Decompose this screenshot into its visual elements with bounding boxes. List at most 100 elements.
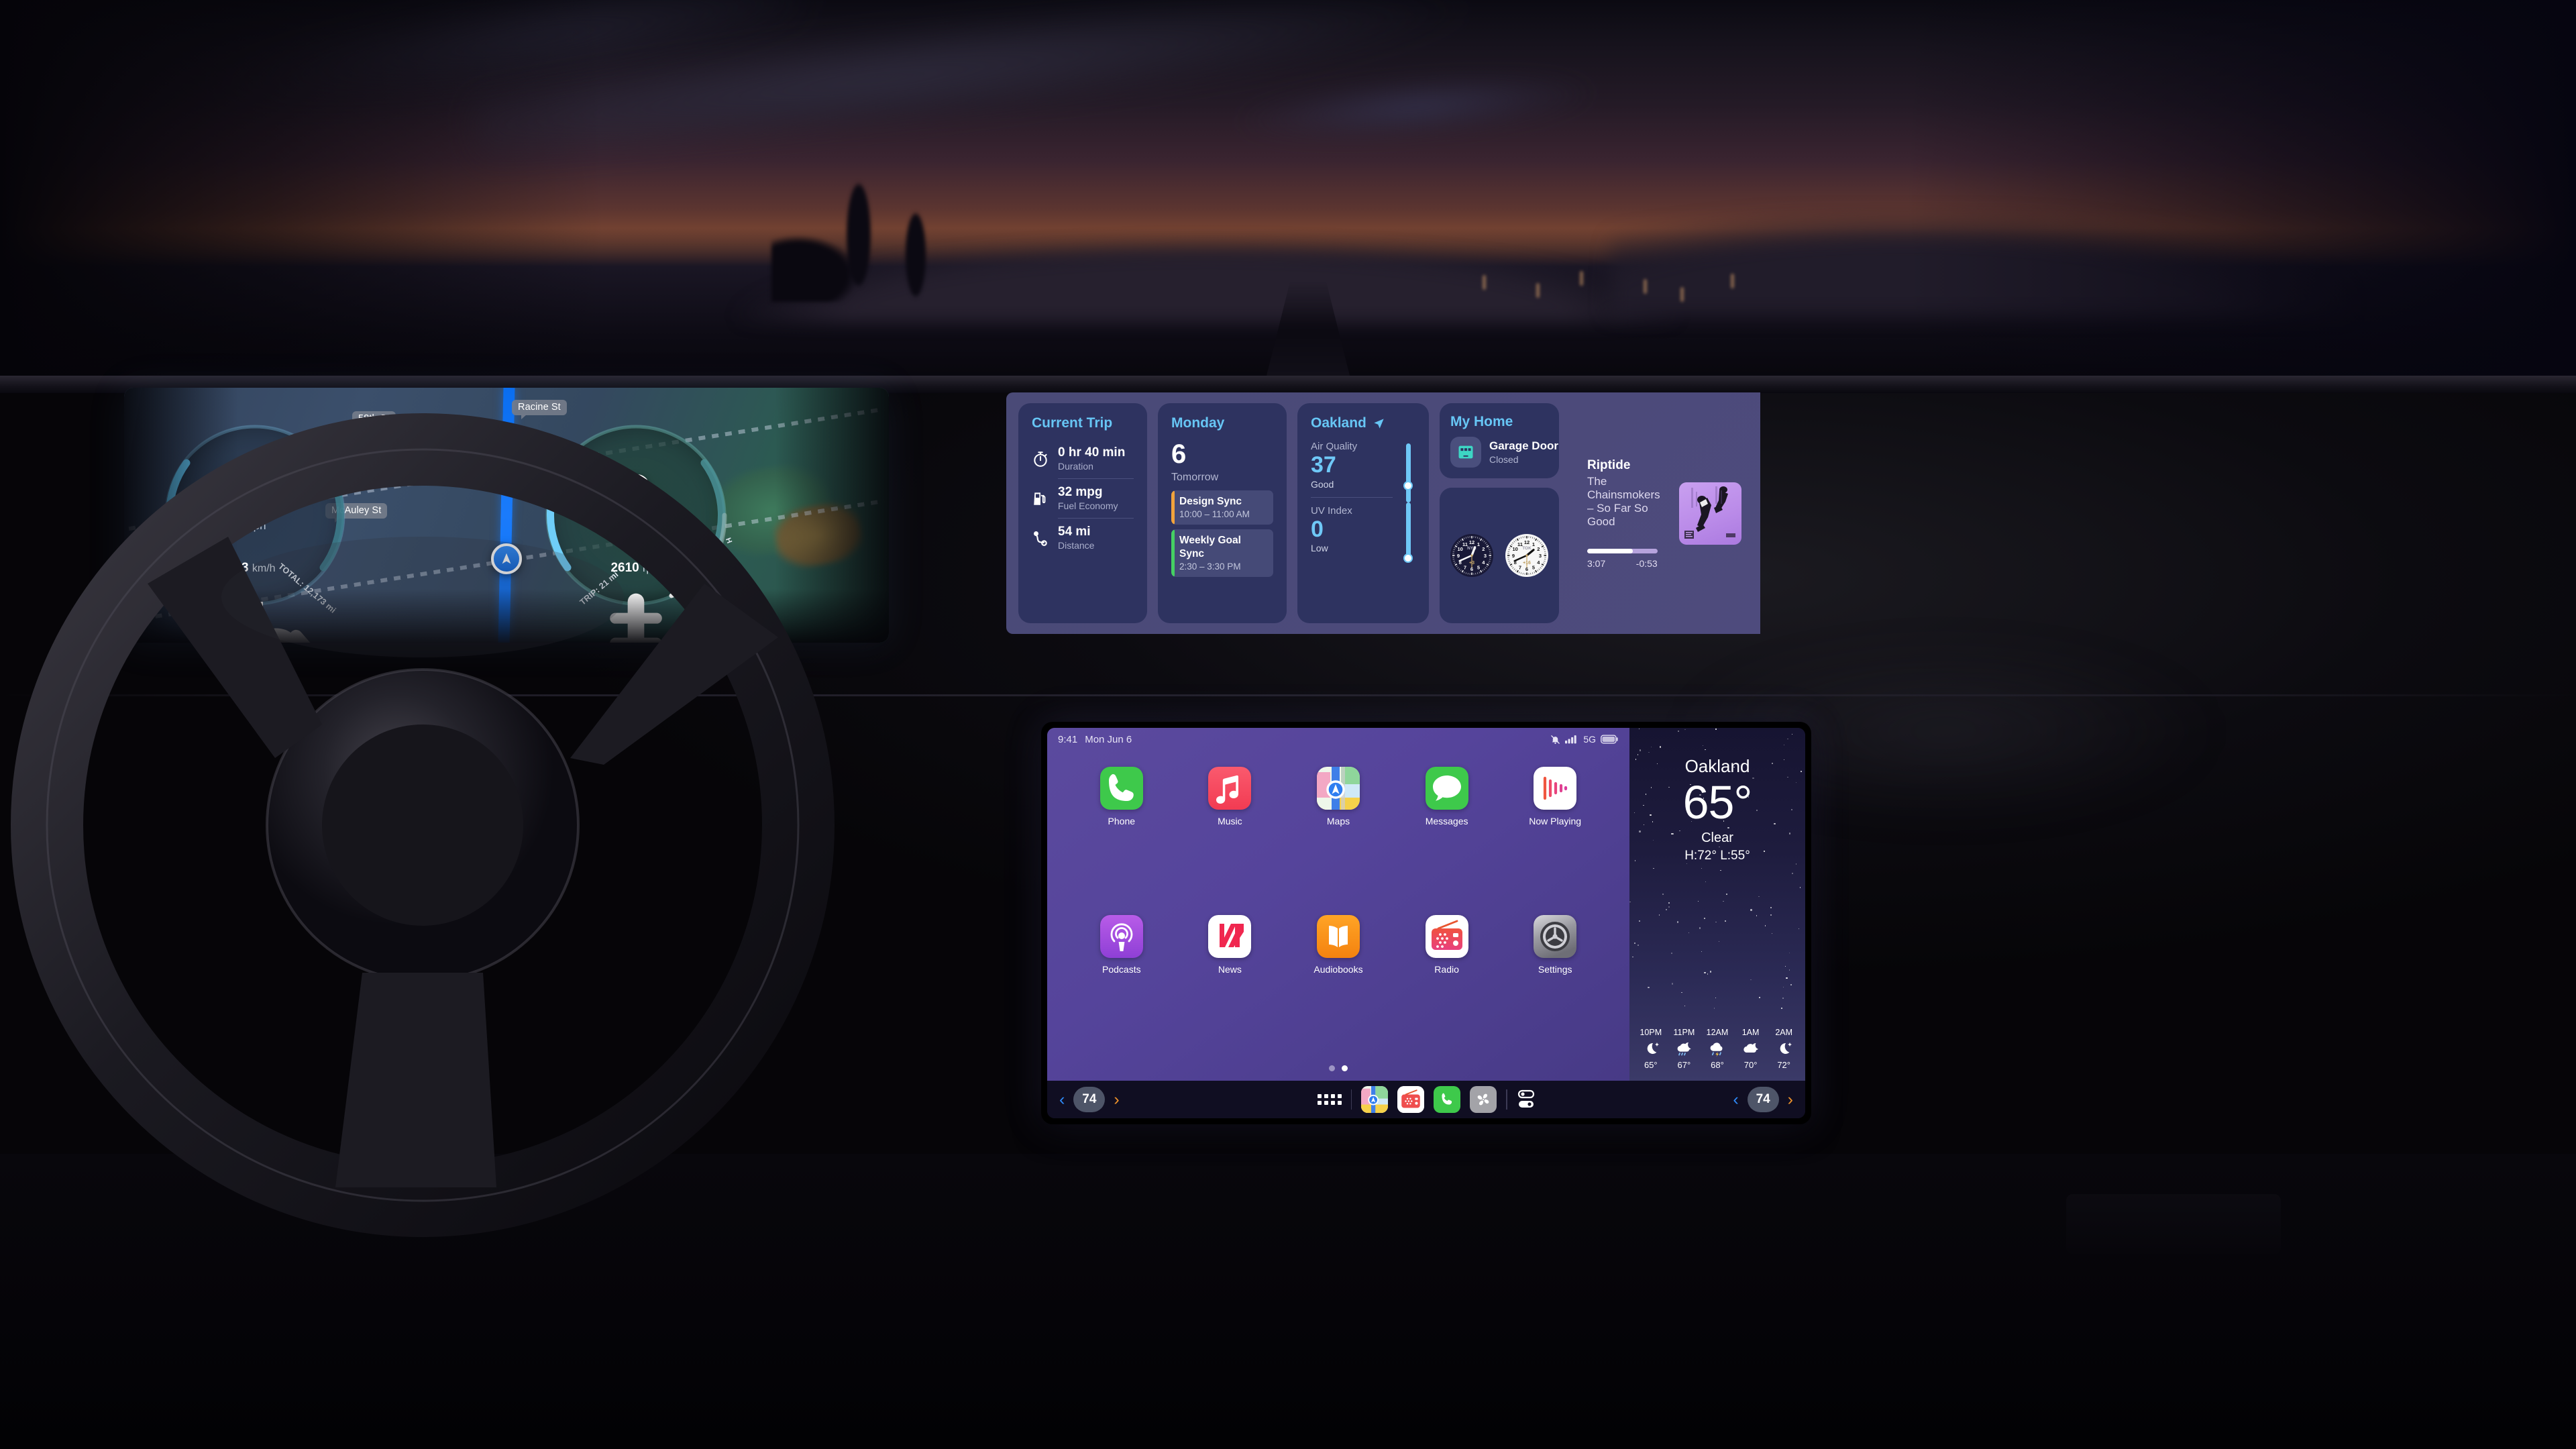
app-music[interactable]: Music <box>1176 767 1285 915</box>
trip-label: Distance <box>1058 539 1095 551</box>
air-quality-widget[interactable]: Oakland Air Quality 37 Good UV Index 0 L… <box>1297 403 1429 623</box>
aq-metric-label: Air Quality <box>1311 441 1358 452</box>
weather-condition: Clear <box>1701 830 1733 845</box>
calendar-event[interactable]: Design Sync 10:00 – 11:00 AM <box>1171 490 1273 525</box>
chevron-right-icon[interactable]: › <box>1788 1091 1793 1108</box>
svg-text:4: 4 <box>1482 559 1485 566</box>
svg-text:5: 5 <box>1532 565 1535 571</box>
divider <box>1506 1089 1507 1110</box>
svg-text:1: 1 <box>1477 541 1480 547</box>
playback-progress-bar[interactable] <box>1587 548 1658 553</box>
hour-time: 12AM <box>1706 1028 1729 1037</box>
speed-readout: 45 mph <box>156 468 354 533</box>
carplay-dock: ‹ 74 › ‹ 74 › <box>1047 1081 1805 1118</box>
maps-icon <box>1316 767 1360 810</box>
now-playing-widget[interactable]: Riptide The Chainsmokers – So Far So Goo… <box>1570 403 1760 623</box>
weather-city: Oakland <box>1684 756 1750 776</box>
app-now-playing[interactable]: Now Playing <box>1501 767 1609 915</box>
news-icon <box>1208 914 1252 958</box>
page-dot-active[interactable] <box>1342 1065 1348 1071</box>
svg-text:1: 1 <box>1532 541 1535 547</box>
console-vent <box>2066 1194 2281 1254</box>
world-clock-widget[interactable]: 123456789101112NYC+3 123456789101112TOK+… <box>1440 488 1559 623</box>
seat-toggle-icon[interactable] <box>1517 1089 1536 1110</box>
widget-title: My Home <box>1450 414 1513 429</box>
dock-buttons <box>1120 1086 1733 1113</box>
page-indicator[interactable] <box>1047 1063 1629 1081</box>
app-news[interactable]: News <box>1176 914 1285 1063</box>
home-widget[interactable]: My Home Garage Door Closed <box>1440 403 1559 478</box>
status-bar: 9:41 Mon Jun 6 5G <box>1047 728 1629 751</box>
app-label: Messages <box>1425 816 1468 826</box>
speed-value: 45 <box>231 466 278 513</box>
uv-scale-knob <box>1403 553 1413 563</box>
uv-scale <box>1403 502 1413 563</box>
svg-text:12: 12 <box>1524 539 1529 545</box>
music-info: Riptide The Chainsmokers – So Far So Goo… <box>1587 458 1667 569</box>
settings-gear-icon <box>1534 914 1577 958</box>
weather-high-low: H:72° L:55° <box>1684 848 1750 863</box>
trip-value: 32 mpg <box>1058 485 1103 500</box>
hour-temp: 72° <box>1777 1060 1790 1070</box>
map-street-label: Racine St <box>512 400 567 419</box>
battery-icon <box>1601 735 1618 744</box>
aq-scales <box>1401 441 1415 564</box>
svg-text:2: 2 <box>1537 546 1540 552</box>
chevron-right-icon[interactable]: › <box>1114 1091 1119 1108</box>
app-label: Settings <box>1538 963 1572 975</box>
aq-metric-desc: Low <box>1311 543 1328 554</box>
trip-row: 32 mpg Fuel Economy <box>1032 480 1134 517</box>
maps-icon[interactable] <box>1361 1086 1388 1113</box>
screen-body: 9:41 Mon Jun 6 5G Phone Music Maps Messa… <box>1047 728 1805 1081</box>
calendar-widget[interactable]: Monday 6 Tomorrow Design Sync 10:00 – 11… <box>1158 403 1287 623</box>
driver-temp-value[interactable]: 74 <box>1073 1087 1106 1112</box>
app-label: Maps <box>1326 816 1350 826</box>
weather-panel[interactable]: Oakland 65° Clear H:72° L:55° 10PM 65° 11P… <box>1629 728 1805 1081</box>
chevron-left-icon[interactable]: ‹ <box>1733 1091 1738 1108</box>
svg-text:3: 3 <box>1484 553 1487 559</box>
app-settings[interactable]: Settings <box>1501 914 1609 1063</box>
hourly-forecast-item: 1AM 70° <box>1735 1028 1767 1070</box>
calendar-subtitle: Tomorrow <box>1171 472 1219 483</box>
playback-times: 3:07 -0:53 <box>1587 558 1658 569</box>
stopwatch-icon <box>1034 451 1047 467</box>
accessory-name: Garage Door <box>1489 439 1558 453</box>
vignette-left <box>0 0 604 402</box>
app-label: Music <box>1218 816 1242 826</box>
vignette-right <box>1905 0 2576 402</box>
hour-temp: 67° <box>1677 1060 1691 1070</box>
current-trip-widget[interactable]: Current Trip 0 hr 40 min Duration 32 mpg… <box>1018 403 1147 623</box>
hour-temp: 70° <box>1743 1060 1758 1070</box>
aq-metric-label: UV Index <box>1311 504 1352 517</box>
app-phone[interactable]: Phone <box>1067 767 1176 915</box>
tree-silhouettes <box>771 154 1147 302</box>
page-dot[interactable] <box>1329 1065 1335 1071</box>
svg-text:4: 4 <box>1537 559 1540 566</box>
status-time: 9:41 <box>1058 733 1078 745</box>
car-dashboard-scene: 58th St Racine St 59th St McAuley St 45 … <box>0 0 2576 1449</box>
app-label: Now Playing <box>1529 816 1582 826</box>
aq-metric: Air Quality 37 Good <box>1311 441 1393 490</box>
track-title: Riptide <box>1587 458 1631 472</box>
app-podcasts[interactable]: Podcasts <box>1067 914 1176 1063</box>
radio-icon[interactable] <box>1397 1086 1424 1113</box>
calendar-event[interactable]: Weekly Goal Sync 2:30 – 3:30 PM <box>1171 529 1273 578</box>
distant-city-lights <box>1442 268 1778 309</box>
divider <box>1350 1089 1352 1110</box>
hour-temp: 68° <box>1711 1060 1724 1070</box>
app-messages[interactable]: Messages <box>1393 767 1501 915</box>
location-arrow-icon <box>1374 418 1384 429</box>
passenger-temp-value[interactable]: 74 <box>1747 1087 1779 1112</box>
app-label: Podcasts <box>1102 963 1141 975</box>
phone-icon[interactable] <box>1434 1086 1460 1113</box>
app-maps[interactable]: Maps <box>1284 767 1393 915</box>
app-radio[interactable]: Radio <box>1393 914 1501 1063</box>
home-accessory-row[interactable]: Garage Door Closed <box>1450 437 1558 468</box>
aq-scale <box>1403 443 1413 502</box>
moon-stars-icon <box>1774 1040 1793 1057</box>
app-grid-icon[interactable] <box>1317 1094 1342 1105</box>
fan-icon[interactable] <box>1470 1086 1497 1113</box>
chevron-left-icon[interactable]: ‹ <box>1059 1091 1065 1108</box>
svg-text:TOK: TOK <box>1522 546 1532 551</box>
app-audiobooks[interactable]: Audiobooks <box>1284 914 1393 1063</box>
